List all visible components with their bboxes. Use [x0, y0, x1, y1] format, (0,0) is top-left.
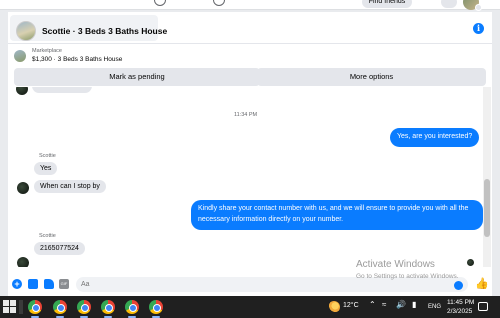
friends-nav-icon[interactable] [154, 0, 166, 6]
chrome-icon[interactable] [125, 300, 139, 314]
notification-icon[interactable] [478, 302, 488, 311]
chrome-icon[interactable] [53, 300, 67, 314]
message-sender: Scottie [39, 153, 56, 159]
message-bubble-clipped [32, 87, 92, 93]
chrome-icon[interactable] [28, 300, 42, 314]
chrome-icon[interactable] [77, 300, 91, 314]
info-icon[interactable]: i [473, 23, 484, 34]
chrome-icon[interactable] [101, 300, 115, 314]
sender-avatar [17, 182, 29, 194]
scrollbar-thumb[interactable] [484, 179, 490, 237]
message-bubble-outgoing: Yes, are you interested? [390, 128, 480, 147]
more-options-button[interactable]: More options [257, 68, 486, 86]
weather-icon[interactable] [328, 301, 340, 313]
listing-price-title[interactable]: $1,300 · 3 Beds 3 Baths House [32, 56, 122, 63]
chat-window: Scottie · 3 Beds 3 Baths House i Marketp… [8, 12, 492, 296]
notifications-button[interactable] [441, 0, 457, 8]
activate-windows-subtitle: Go to Settings to activate Windows. [356, 273, 459, 280]
message-bubble-incoming: Yes [34, 162, 58, 175]
profile-nav-icon[interactable] [213, 0, 225, 6]
emoji-icon[interactable] [454, 281, 463, 290]
chat-title: Scottie · 3 Beds 3 Baths House [42, 26, 168, 36]
find-friends-button[interactable]: Find friends [362, 0, 412, 8]
volume-icon[interactable]: 🔊 [396, 300, 406, 309]
facebook-header: Find friends [0, 0, 500, 11]
message-bubble-outgoing: Kindly share your contact number with us… [191, 200, 483, 230]
listing-thumbnail[interactable] [14, 50, 26, 62]
thumbs-up-icon[interactable]: 👍 [475, 278, 489, 290]
chevron-down-icon[interactable] [475, 4, 482, 11]
language-indicator[interactable]: ENG [428, 304, 441, 310]
chat-header: Scottie · 3 Beds 3 Baths House i [8, 12, 492, 44]
clock-time[interactable]: 11:45 PM [447, 299, 474, 306]
seen-indicator-avatar [467, 259, 474, 266]
chrome-icon[interactable] [149, 300, 163, 314]
message-scrollbar[interactable] [483, 87, 491, 267]
message-sender: Scottie [39, 233, 56, 239]
listing-source: Marketplace [32, 48, 62, 54]
battery-icon[interactable]: ▮ [412, 300, 416, 309]
photo-icon[interactable] [28, 279, 38, 289]
windows-start-icon[interactable] [3, 300, 17, 314]
message-timestamp: 11:34 PM [234, 112, 258, 118]
mark-as-pending-button[interactable]: Mark as pending [14, 68, 260, 86]
conversation-title-button[interactable]: Scottie · 3 Beds 3 Baths House [10, 15, 167, 41]
weather-temperature[interactable]: 12°C [343, 302, 359, 309]
clock-date[interactable]: 2/3/2025 [447, 308, 472, 315]
windows-taskbar: 12°C ⌃ ≈ 🔊 ▮ ENG 11:45 PM 2/3/2025 [0, 296, 500, 318]
listing-avatar [16, 21, 36, 41]
task-view-icon[interactable] [19, 300, 23, 314]
message-list: 11:34 PM Yes, are you interested? Scotti… [8, 87, 492, 267]
chevron-up-icon[interactable]: ⌃ [369, 300, 376, 309]
plus-icon[interactable]: + [12, 279, 22, 289]
message-bubble-incoming: 2165077524 [34, 242, 85, 255]
gif-icon[interactable]: GIF [59, 279, 69, 289]
activate-windows-title: Activate Windows [356, 259, 435, 270]
sender-avatar [17, 257, 29, 267]
message-bubble-incoming: When can I stop by [34, 180, 106, 193]
wifi-icon[interactable]: ≈ [382, 300, 386, 309]
sticker-icon[interactable] [44, 279, 54, 289]
sender-avatar [16, 87, 28, 95]
